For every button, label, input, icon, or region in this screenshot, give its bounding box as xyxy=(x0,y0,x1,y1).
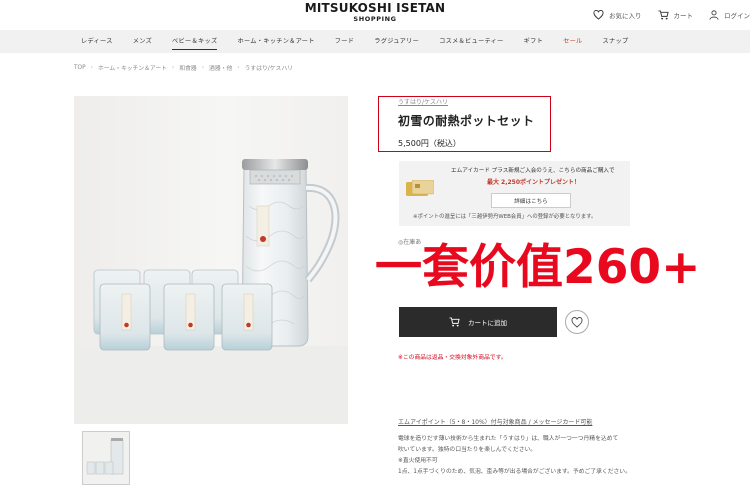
brand-link[interactable]: うすはり/ケスハリ xyxy=(398,97,448,106)
add-favorite-button[interactable] xyxy=(565,310,589,334)
category-nav: レディース メンズ ベビー＆キッズ ホーム・キッチン＆アート フード ラグジュア… xyxy=(0,30,750,53)
card-details-button[interactable]: 詳細はこちら xyxy=(491,193,571,208)
glass-pitcher-set-illustration xyxy=(74,159,348,424)
breadcrumb-top[interactable]: TOP xyxy=(74,65,86,71)
thumbnail-image xyxy=(83,432,129,484)
cart-icon xyxy=(449,317,460,327)
breadcrumb-sake-ware[interactable]: 酒器・他 xyxy=(209,63,232,72)
user-icon xyxy=(709,10,719,20)
product-description: 電球を造りだす薄い技術から生まれた「うすはり」は、職人が一つ一つ丹精を込めて 吹… xyxy=(398,434,658,478)
nav-item-cosme-beauty[interactable]: コスメ＆ビューティー xyxy=(439,30,504,53)
nav-item-luxury[interactable]: ラグジュアリー xyxy=(374,30,419,53)
price-value-overlay-text: 一套价值260+ xyxy=(375,240,701,295)
description-line: ※直火使用不可 xyxy=(398,458,438,464)
login-label: ログイン xyxy=(724,12,750,20)
nav-item-sale[interactable]: セール xyxy=(563,30,582,53)
breadcrumb-separator-icon: › xyxy=(171,64,175,71)
cart-icon xyxy=(658,10,669,20)
heart-icon xyxy=(571,316,583,328)
cart-link[interactable]: カート xyxy=(658,10,694,20)
description-line: 吹いています。独特の口当たりを楽しんでください。 xyxy=(398,447,537,453)
description-line: 電球を造りだす薄い技術から生まれた「うすはり」は、職人が一つ一つ丹精を込めて xyxy=(398,436,619,442)
header-tools: お気に入り カート ログイン xyxy=(593,8,750,22)
login-link[interactable]: ログイン xyxy=(709,10,750,20)
favorites-label: お気に入り xyxy=(609,12,642,20)
credit-card-image xyxy=(406,180,434,196)
site-header: MITSUKOSHI ISETAN SHOPPING お気に入り カート ログイ… xyxy=(0,0,750,30)
nav-item-home-kitchen-art[interactable]: ホーム・キッチン＆アート xyxy=(237,30,314,53)
nav-item-snap[interactable]: スナップ xyxy=(603,30,629,53)
heart-icon xyxy=(593,10,604,20)
card-promo-panel: エムアイカード プラス新規ご入会のうえ、こちらの商品ご購入で 最大 2,250ポ… xyxy=(399,161,630,226)
card-promo-points-text: 最大 2,250ポイントプレゼント！ xyxy=(486,179,581,186)
product-price: 5,500円（税込） xyxy=(398,139,461,148)
nav-item-baby-kids[interactable]: ベビー＆キッズ xyxy=(172,30,218,53)
nav-item-ladies[interactable]: レディース xyxy=(81,30,113,53)
nav-item-food[interactable]: フード xyxy=(335,30,354,53)
breadcrumb: TOP › ホーム・キッチン＆アート › 和食器 › 酒器・他 › うすはり/ケ… xyxy=(74,63,293,73)
product-thumbnail[interactable] xyxy=(82,431,130,485)
nav-item-mens[interactable]: メンズ xyxy=(133,30,152,53)
breadcrumb-brand[interactable]: うすはり/ケスハリ xyxy=(245,63,293,72)
nav-item-gift[interactable]: ギフト xyxy=(524,30,543,53)
breadcrumb-separator-icon: › xyxy=(201,64,205,71)
product-title: 初雪の耐熱ポットセット xyxy=(398,114,535,128)
breadcrumb-japanese-tableware[interactable]: 和食器 xyxy=(179,63,196,72)
points-info-link[interactable]: エムアイポイント（5・8・10%）付与対象商品 / メッセージカード可能 xyxy=(398,417,592,426)
return-policy-note: ※この商品は返品・交換対象外商品です。 xyxy=(398,355,507,361)
card-promo-note: ※ポイントの進呈には「三越伊勢丹WEB会員」への登録が必要となります。 xyxy=(413,214,597,220)
breadcrumb-home-kitchen[interactable]: ホーム・キッチン＆アート xyxy=(98,63,167,72)
cart-label: カート xyxy=(673,12,694,20)
breadcrumb-separator-icon: › xyxy=(90,64,93,71)
card-promo-text: エムアイカード プラス新規ご入会のうえ、こちらの商品ご購入で xyxy=(451,168,615,174)
description-line: 1点、1点手づくりのため、気泡、歪み等が出る場合がございます。予めご了承ください… xyxy=(398,469,631,475)
breadcrumb-separator-icon: › xyxy=(237,64,240,71)
product-main-image[interactable] xyxy=(74,96,348,424)
add-to-cart-label: カートに追加 xyxy=(468,319,507,327)
favorites-link[interactable]: お気に入り xyxy=(593,10,642,20)
add-to-cart-button[interactable]: カートに追加 xyxy=(399,307,557,337)
